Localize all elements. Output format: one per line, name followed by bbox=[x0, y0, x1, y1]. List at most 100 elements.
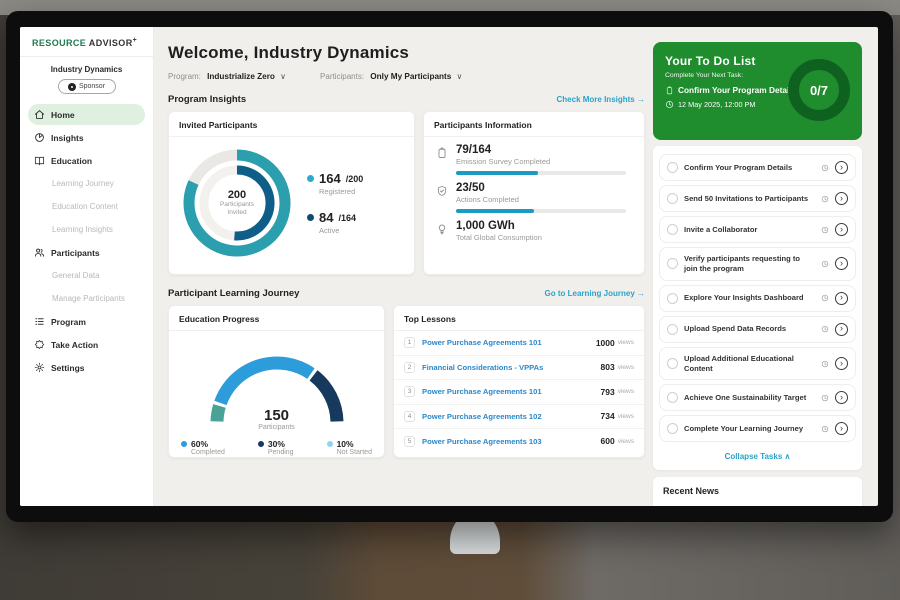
lesson-row: 2 Financial Considerations - VPPAs 803 v… bbox=[394, 356, 644, 381]
top-lessons-list: 1 Power Purchase Agreements 101 1000 vie… bbox=[394, 331, 644, 454]
task-checkbox[interactable] bbox=[667, 193, 678, 204]
sidebar-item-label: Insights bbox=[51, 133, 84, 143]
task-row-upload-additional-educational-content[interactable]: Upload Additional Educational Content › bbox=[659, 347, 856, 381]
task-chevron-button[interactable]: › bbox=[835, 192, 848, 205]
progress-bar bbox=[456, 171, 626, 175]
lesson-link[interactable]: Power Purchase Agreements 103 bbox=[422, 437, 601, 446]
sidebar-item-label: Learning Journey bbox=[52, 179, 114, 188]
participants-dropdown[interactable]: Participants: Only My Participants ∨ bbox=[320, 72, 462, 81]
gauge-legend-entry: 60% Completed bbox=[181, 439, 225, 456]
lesson-rank-badge: 4 bbox=[404, 411, 415, 422]
task-row-achieve-one-sustainability-target[interactable]: Achieve One Sustainability Target › bbox=[659, 384, 856, 411]
sidebar-item-program[interactable]: Program bbox=[28, 311, 145, 332]
sidebar-item-manage-participants[interactable]: Manage Participants bbox=[28, 288, 145, 309]
task-label: Upload Spend Data Records bbox=[684, 324, 815, 334]
lesson-link[interactable]: Power Purchase Agreements 101 bbox=[422, 338, 596, 347]
lesson-link[interactable]: Financial Considerations - VPPAs bbox=[422, 363, 601, 372]
info-value: 79/164 bbox=[456, 144, 626, 156]
participants-icon bbox=[34, 247, 45, 258]
todo-progress-ring: 0/7 bbox=[788, 59, 850, 121]
sidebar-item-general-data[interactable]: General Data bbox=[28, 265, 145, 286]
collapse-tasks-link[interactable]: Collapse Tasks ∧ bbox=[659, 446, 856, 466]
participants-information-title: Participants Information bbox=[424, 112, 644, 137]
lesson-rank-badge: 5 bbox=[404, 436, 415, 447]
task-checkbox[interactable] bbox=[667, 258, 678, 269]
task-label: Invite a Collaborator bbox=[684, 225, 815, 235]
sidebar-item-education-content[interactable]: Education Content bbox=[28, 196, 145, 217]
education-progress-gauge: 150 Participants bbox=[192, 339, 362, 431]
clock-icon bbox=[821, 164, 829, 172]
top-lessons-card: Top Lessons 1 Power Purchase Agreements … bbox=[393, 305, 645, 458]
legend-pct: 10% bbox=[337, 439, 354, 449]
task-row-upload-spend-data-records[interactable]: Upload Spend Data Records › bbox=[659, 316, 856, 343]
task-row-verify-participants-requesting-to-join-t[interactable]: Verify participants requesting to join t… bbox=[659, 247, 856, 281]
divider bbox=[20, 56, 153, 57]
task-checkbox[interactable] bbox=[667, 324, 678, 335]
gauge-center-label: Participants bbox=[192, 424, 362, 431]
task-chevron-button[interactable]: › bbox=[835, 223, 848, 236]
lesson-row: 1 Power Purchase Agreements 101 1000 vie… bbox=[394, 331, 644, 356]
settings-icon bbox=[34, 362, 45, 373]
info-label: Total Global Consumption bbox=[456, 233, 542, 242]
legend-label: Not Started bbox=[337, 449, 372, 456]
sidebar-item-participants[interactable]: Participants bbox=[28, 242, 145, 263]
sidebar-item-settings[interactable]: Settings bbox=[28, 357, 145, 378]
task-row-explore-your-insights-dashboard[interactable]: Explore Your Insights Dashboard › bbox=[659, 285, 856, 312]
check-more-insights-link[interactable]: Check More Insights → bbox=[557, 95, 645, 104]
info-row: 1,000 GWh Total Global Consumption bbox=[424, 213, 644, 242]
clipboard-icon bbox=[665, 86, 674, 95]
task-row-send-50-invitations-to-participants[interactable]: Send 50 Invitations to Participants › bbox=[659, 185, 856, 212]
sidebar-item-label: Learning Insights bbox=[52, 225, 113, 234]
sidebar-item-take-action[interactable]: Take Action bbox=[28, 334, 145, 355]
sidebar-item-home[interactable]: Home bbox=[28, 104, 145, 125]
lightbulb-icon bbox=[436, 223, 448, 235]
participants-information-card: Participants Information 79/164 Emission… bbox=[423, 111, 645, 275]
task-row-confirm-your-program-details[interactable]: Confirm Your Program Details › bbox=[659, 154, 856, 181]
sponsor-badge-icon bbox=[68, 83, 76, 91]
sidebar-item-education[interactable]: Education bbox=[28, 150, 145, 171]
sidebar-item-label: Education Content bbox=[52, 202, 118, 211]
sidebar-item-learning-insights[interactable]: Learning Insights bbox=[28, 219, 145, 240]
resource-advisor-logo: RESOURCE ADVISOR+ bbox=[28, 37, 145, 48]
sidebar-item-label: Participants bbox=[51, 248, 100, 258]
task-chevron-button[interactable]: › bbox=[835, 292, 848, 305]
task-checkbox[interactable] bbox=[667, 423, 678, 434]
task-checkbox[interactable] bbox=[667, 392, 678, 403]
task-row-complete-your-learning-journey[interactable]: Complete Your Learning Journey › bbox=[659, 415, 856, 442]
sidebar-item-insights[interactable]: Insights bbox=[28, 127, 145, 148]
task-chevron-button[interactable]: › bbox=[835, 422, 848, 435]
lesson-views: 1000 bbox=[596, 338, 615, 348]
info-row: 23/50 Actions Completed bbox=[424, 175, 644, 213]
gauge-legend-entry: 10% Not Started bbox=[327, 439, 372, 456]
task-chevron-button[interactable]: › bbox=[835, 391, 848, 404]
task-chevron-button[interactable]: › bbox=[835, 357, 848, 370]
info-value: 1,000 GWh bbox=[456, 220, 542, 232]
task-checkbox[interactable] bbox=[667, 293, 678, 304]
program-dropdown[interactable]: Program: Industrialize Zero ∨ bbox=[168, 72, 286, 81]
learning-journey-header: Participant Learning Journey Go to Learn… bbox=[168, 288, 645, 299]
task-checkbox[interactable] bbox=[667, 162, 678, 173]
task-row-invite-a-collaborator[interactable]: Invite a Collaborator › bbox=[659, 216, 856, 243]
task-chevron-button[interactable]: › bbox=[835, 257, 848, 270]
task-chevron-button[interactable]: › bbox=[835, 323, 848, 336]
task-checkbox[interactable] bbox=[667, 224, 678, 235]
lesson-link[interactable]: Power Purchase Agreements 102 bbox=[422, 412, 601, 421]
gauge-legend-entry: 30% Pending bbox=[258, 439, 294, 456]
sidebar-item-learning-journey[interactable]: Learning Journey bbox=[28, 173, 145, 194]
clock-icon bbox=[821, 294, 829, 302]
legend-max: /164 bbox=[338, 213, 356, 223]
legend-value: 164 bbox=[319, 171, 341, 186]
task-chevron-button[interactable]: › bbox=[835, 161, 848, 174]
clipboard-icon bbox=[436, 147, 448, 159]
lesson-views: 734 bbox=[601, 411, 615, 421]
chevron-down-icon: ∨ bbox=[457, 72, 463, 81]
lesson-views-suffix: views bbox=[618, 339, 634, 346]
logo-resource: RESOURCE bbox=[32, 38, 86, 48]
go-to-learning-journey-link[interactable]: Go to Learning Journey → bbox=[545, 289, 645, 298]
clock-icon bbox=[821, 425, 829, 433]
logo-plus: + bbox=[133, 37, 138, 44]
todo-summary-card: Your To Do List Complete Your Next Task:… bbox=[653, 42, 862, 140]
task-checkbox[interactable] bbox=[667, 358, 678, 369]
lesson-link[interactable]: Power Purchase Agreements 101 bbox=[422, 387, 601, 396]
learning-cards-row: Education Progress 150 Participants 60% … bbox=[168, 305, 645, 458]
